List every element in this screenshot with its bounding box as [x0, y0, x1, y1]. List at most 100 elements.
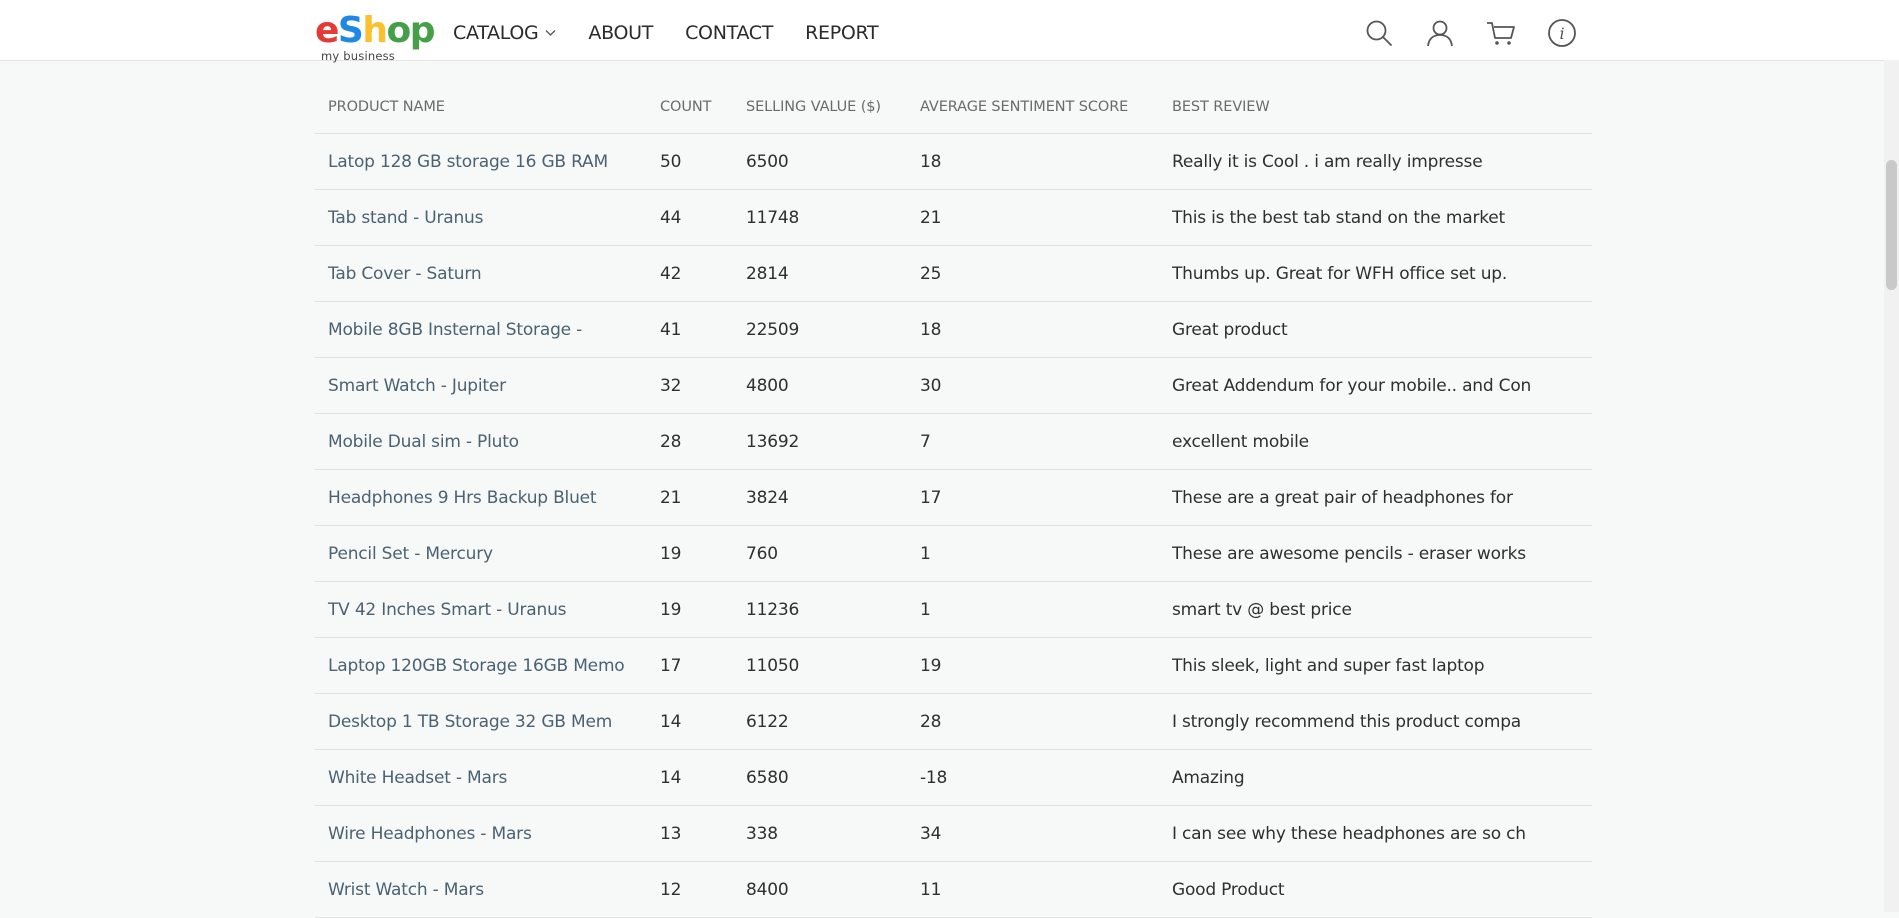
cell-count: 32 — [660, 357, 746, 414]
cell-count: 41 — [660, 301, 746, 358]
nav-contact[interactable]: CONTACT — [685, 22, 773, 44]
logo-wordmark: eShop — [315, 10, 436, 51]
report-table-container: PRODUCT NAME COUNT SELLING VALUE ($) AVE… — [315, 80, 1592, 918]
header-selling-value[interactable]: SELLING VALUE ($) — [746, 80, 920, 134]
cart-icon[interactable] — [1486, 18, 1516, 48]
table-row[interactable]: TV 42 Inches Smart - Uranus 19 11236 1 smart… — [315, 581, 1592, 638]
cell-selling-value: 11050 — [746, 637, 920, 694]
cell-selling-value: 8400 — [746, 861, 920, 918]
chevron-down-icon — [545, 29, 556, 37]
cell-sentiment-score: 30 — [920, 357, 1172, 414]
logo-letter: o — [386, 10, 412, 51]
cell-product-name[interactable]: Tab stand - Uranus — [315, 189, 660, 246]
cell-sentiment-score: 7 — [920, 413, 1172, 470]
header-count[interactable]: COUNT — [660, 80, 746, 134]
table-row[interactable]: Latop 128 GB storage 16 GB RAM 50 6500 18 Re… — [315, 133, 1592, 190]
cell-sentiment-score: 18 — [920, 133, 1172, 190]
cell-count: 28 — [660, 413, 746, 470]
cell-product-name[interactable]: Laptop 120GB Storage 16GB Memo — [315, 637, 660, 694]
cell-count: 50 — [660, 133, 746, 190]
nav-about-label: ABOUT — [588, 21, 654, 44]
cell-count: 17 — [660, 637, 746, 694]
cell-sentiment-score: 25 — [920, 245, 1172, 302]
cell-product-name[interactable]: White Headset - Mars — [315, 749, 660, 806]
cell-selling-value: 3824 — [746, 469, 920, 526]
cell-best-review: excellent mobile — [1172, 413, 1592, 470]
cell-product-name[interactable]: Smart Watch - Jupiter — [315, 357, 660, 414]
cell-selling-value: 4800 — [746, 357, 920, 414]
cell-sentiment-score: 28 — [920, 693, 1172, 750]
cell-count: 42 — [660, 245, 746, 302]
table-body: Latop 128 GB storage 16 GB RAM 50 6500 18 Re… — [315, 133, 1592, 918]
cell-selling-value: 760 — [746, 525, 920, 582]
cell-best-review: smart tv @ best price — [1172, 581, 1592, 638]
table-row[interactable]: Desktop 1 TB Storage 32 GB Mem 14 6122 28 I … — [315, 693, 1592, 750]
cell-best-review: Thumbs up. Great for WFH office set up. — [1172, 245, 1592, 302]
cell-best-review: Great Addendum for your mobile.. and Con — [1172, 357, 1592, 414]
table-row[interactable]: Mobile 8GB Insternal Storage -41 22509 18 G… — [315, 301, 1592, 358]
cell-count: 14 — [660, 693, 746, 750]
cell-sentiment-score: 11 — [920, 861, 1172, 918]
nav-contact-label: CONTACT — [685, 21, 774, 44]
header-best-review[interactable]: BEST REVIEW — [1172, 80, 1592, 134]
page-scrollbar-thumb[interactable] — [1886, 160, 1897, 290]
eshop-logo[interactable]: eShop my business — [315, 11, 436, 64]
table-row[interactable]: Wire Headphones - Mars 13 338 34 I can see w… — [315, 805, 1592, 862]
cell-best-review: This sleek, light and super fast laptop — [1172, 637, 1592, 694]
table-row[interactable]: Tab stand - Uranus 44 11748 21 This is the b… — [315, 189, 1592, 246]
header-sentiment-score[interactable]: AVERAGE SENTIMENT SCORE — [920, 80, 1172, 134]
main-nav: CATALOG ABOUT CONTACT REPORT — [453, 5, 910, 60]
cell-best-review: Really it is Cool . i am really impresse — [1172, 133, 1592, 190]
cell-count: 21 — [660, 469, 746, 526]
table-row[interactable]: Tab Cover - Saturn 42 2814 25 Thumbs up. Gre… — [315, 245, 1592, 302]
table-row[interactable]: Smart Watch - Jupiter 32 4800 30 Great Adden… — [315, 357, 1592, 414]
cell-count: 44 — [660, 189, 746, 246]
nav-catalog-label: CATALOG — [453, 21, 539, 44]
table-row[interactable]: Laptop 120GB Storage 16GB Memo 17 11050 19 T… — [315, 637, 1592, 694]
table-row[interactable]: White Headset - Mars 14 6580 -18 Amazing — [315, 749, 1592, 806]
nav-catalog[interactable]: CATALOG — [453, 22, 556, 44]
cell-sentiment-score: 1 — [920, 581, 1172, 638]
info-icon[interactable]: i — [1547, 18, 1577, 48]
cell-product-name[interactable]: Mobile 8GB Insternal Storage - — [315, 301, 660, 358]
logo-letter: S — [337, 10, 364, 51]
cell-product-name[interactable]: Pencil Set - Mercury — [315, 525, 660, 582]
cell-count: 14 — [660, 749, 746, 806]
cell-selling-value: 22509 — [746, 301, 920, 358]
cell-product-name[interactable]: Headphones 9 Hrs Backup Bluet — [315, 469, 660, 526]
user-icon[interactable] — [1425, 18, 1455, 48]
nav-report[interactable]: REPORT — [805, 21, 879, 44]
logo-letter: p — [409, 10, 436, 51]
table-row[interactable]: Pencil Set - Mercury 19 760 1 These are awes… — [315, 525, 1592, 582]
cell-product-name[interactable]: Wrist Watch - Mars — [315, 861, 660, 918]
table-row[interactable]: Mobile Dual sim - Pluto 28 13692 7 excellent… — [315, 413, 1592, 470]
cell-sentiment-score: 19 — [920, 637, 1172, 694]
table-row[interactable]: Headphones 9 Hrs Backup Bluet 21 3824 17 The… — [315, 469, 1592, 526]
cell-best-review: Amazing — [1172, 749, 1592, 806]
cell-selling-value: 6500 — [746, 133, 920, 190]
cell-product-name[interactable]: Latop 128 GB storage 16 GB RAM — [315, 133, 660, 190]
cell-selling-value: 13692 — [746, 413, 920, 470]
cell-count: 12 — [660, 861, 746, 918]
cell-selling-value: 11748 — [746, 189, 920, 246]
cell-best-review: Good Product — [1172, 861, 1592, 918]
cell-product-name[interactable]: Mobile Dual sim - Pluto — [315, 413, 660, 470]
report-table: PRODUCT NAME COUNT SELLING VALUE ($) AVE… — [315, 80, 1592, 918]
cell-selling-value: 11236 — [746, 581, 920, 638]
cell-selling-value: 338 — [746, 805, 920, 862]
table-header-row: PRODUCT NAME COUNT SELLING VALUE ($) AVE… — [315, 80, 1592, 134]
cell-product-name[interactable]: Desktop 1 TB Storage 32 GB Mem — [315, 693, 660, 750]
header-product-name[interactable]: PRODUCT NAME — [315, 80, 660, 134]
logo-letter: e — [315, 10, 339, 51]
cell-sentiment-score: 17 — [920, 469, 1172, 526]
cell-count: 13 — [660, 805, 746, 862]
nav-about[interactable]: ABOUT — [588, 22, 653, 44]
cell-product-name[interactable]: TV 42 Inches Smart - Uranus — [315, 581, 660, 638]
search-icon[interactable] — [1364, 18, 1394, 48]
table-row[interactable]: Wrist Watch - Mars 12 8400 11 Good Product — [315, 861, 1592, 918]
cell-product-name[interactable]: Wire Headphones - Mars — [315, 805, 660, 862]
nav-report-label: REPORT — [805, 21, 879, 44]
svg-text:i: i — [1559, 24, 1564, 43]
cell-product-name[interactable]: Tab Cover - Saturn — [315, 245, 660, 302]
cell-sentiment-score: 1 — [920, 525, 1172, 582]
